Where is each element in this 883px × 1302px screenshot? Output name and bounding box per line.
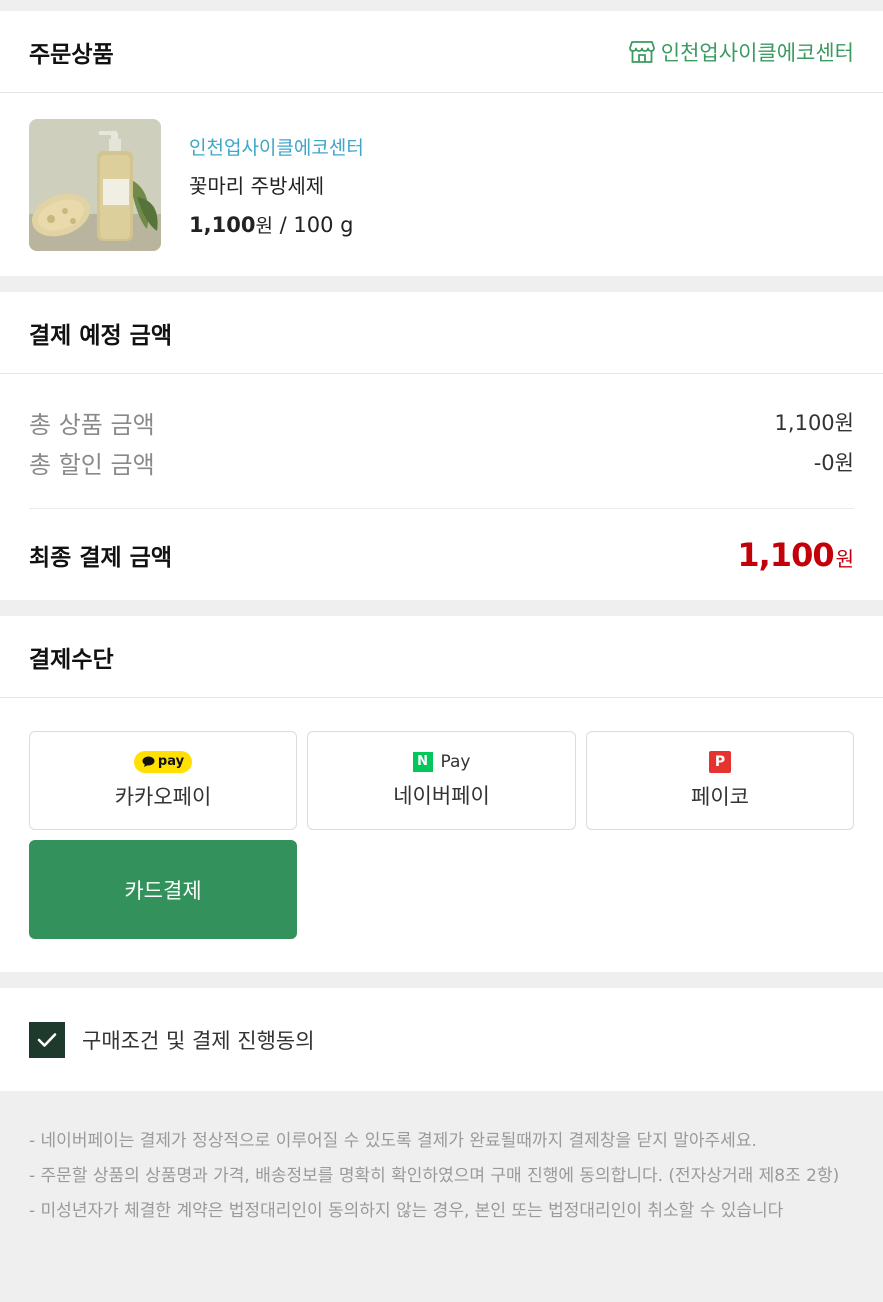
section-spacer xyxy=(0,600,883,616)
product-price: 1,100원 / 100 g xyxy=(189,211,364,238)
agreement-label[interactable]: 구매조건 및 결제 진행동의 xyxy=(82,1025,315,1055)
product-store-name: 인천업사이클에코센터 xyxy=(189,136,364,159)
speech-bubble-icon xyxy=(142,756,155,767)
total-discount-amount-row: 총 할인 금액 -0원 xyxy=(29,442,854,482)
total-discount-amount-label: 총 할인 금액 xyxy=(29,450,155,479)
section-spacer xyxy=(0,972,883,988)
naver-n-icon: N xyxy=(412,751,433,772)
agreement-row: 구매조건 및 결제 진행동의 xyxy=(0,988,883,1091)
payment-amount-body: 총 상품 금액 1,100원 총 할인 금액 -0원 최종 결제 금액 1,10… xyxy=(0,374,883,600)
kakaopay-label: 카카오페이 xyxy=(114,784,212,809)
order-product-section: 주문상품 인천업사이클에코센터 인천업사이클에코센터 꽃마리 주방세제 1,10… xyxy=(0,11,883,276)
naverpay-label: 네이버페이 xyxy=(393,783,490,808)
payment-amount-section: 결제 예정 금액 총 상품 금액 1,100원 총 할인 금액 -0원 최종 결… xyxy=(0,292,883,600)
payment-amount-title: 결제 예정 금액 xyxy=(29,322,172,349)
naverpay-logo: N Pay xyxy=(412,751,471,772)
section-spacer xyxy=(0,276,883,292)
top-spacer xyxy=(0,0,883,11)
final-amount: 1,100 원 xyxy=(737,536,854,574)
final-amount-unit: 원 xyxy=(835,546,854,571)
payco-p-icon: P xyxy=(709,750,731,773)
final-amount-label: 최종 결제 금액 xyxy=(29,544,172,571)
total-discount-amount-value: -0원 xyxy=(813,451,854,475)
card-payment-button[interactable]: 카드결제 xyxy=(29,840,297,939)
order-section-title: 주문상품 xyxy=(29,41,114,68)
product-price-unit: 원 xyxy=(255,214,273,237)
agreement-checkbox[interactable] xyxy=(29,1021,65,1058)
card-payment-label: 카드결제 xyxy=(124,878,202,903)
payment-methods-title: 결제수단 xyxy=(29,646,114,673)
notice-item: - 미성년자가 체결한 계약은 법정대리인이 동의하지 않는 경우, 본인 또는… xyxy=(29,1201,784,1221)
notice-item: - 주문할 상품의 상품명과 가격, 배송정보를 명확히 확인하였으며 구매 진… xyxy=(29,1166,840,1186)
product-info: 인천업사이클에코센터 꽃마리 주방세제 1,100원 / 100 g xyxy=(189,133,364,238)
store-icon xyxy=(628,40,655,64)
final-amount-row: 최종 결제 금액 1,100 원 xyxy=(29,509,854,600)
payco-label: 페이코 xyxy=(691,784,749,809)
payment-methods-section: 결제수단 pay 카카오페이 N Pay 네이버페이 P 페이코 카드결제 xyxy=(0,616,883,972)
total-product-amount-label: 총 상품 금액 xyxy=(29,410,155,439)
final-amount-value: 1,100 xyxy=(737,535,834,574)
notice-box: - 네이버페이는 결제가 정상적으로 이루어질 수 있도록 결제가 완료될때까지… xyxy=(0,1091,883,1287)
product-price-per: / 100 g xyxy=(272,212,354,237)
payment-amount-header: 결제 예정 금액 xyxy=(0,292,883,374)
product-price-value: 1,100 xyxy=(189,212,256,237)
product-image xyxy=(29,119,161,251)
kakaopay-badge-text: pay xyxy=(157,754,185,769)
total-product-amount-row: 총 상품 금액 1,100원 xyxy=(29,402,854,442)
payment-methods-header: 결제수단 xyxy=(0,616,883,698)
notice-item: - 네이버페이는 결제가 정상적으로 이루어질 수 있도록 결제가 완료될때까지… xyxy=(29,1131,757,1151)
product-item[interactable]: 인천업사이클에코센터 꽃마리 주방세제 1,100원 / 100 g xyxy=(0,93,883,276)
store-link[interactable]: 인천업사이클에코센터 xyxy=(628,37,854,67)
store-link-label: 인천업사이클에코센터 xyxy=(660,40,854,65)
payco-button[interactable]: P 페이코 xyxy=(586,731,854,830)
total-product-amount-value: 1,100원 xyxy=(774,411,854,435)
product-name: 꽃마리 주방세제 xyxy=(189,173,325,198)
checkmark-icon xyxy=(37,1032,57,1047)
payment-methods-grid: pay 카카오페이 N Pay 네이버페이 P 페이코 카드결제 xyxy=(29,731,854,939)
naverpay-badge-text: Pay xyxy=(440,751,471,772)
payment-methods-grid-wrap: pay 카카오페이 N Pay 네이버페이 P 페이코 카드결제 xyxy=(0,698,883,972)
naverpay-button[interactable]: N Pay 네이버페이 xyxy=(307,731,576,830)
order-section-header: 주문상품 인천업사이클에코센터 xyxy=(0,11,883,93)
kakaopay-logo: pay xyxy=(133,750,193,773)
kakaopay-button[interactable]: pay 카카오페이 xyxy=(29,731,297,830)
